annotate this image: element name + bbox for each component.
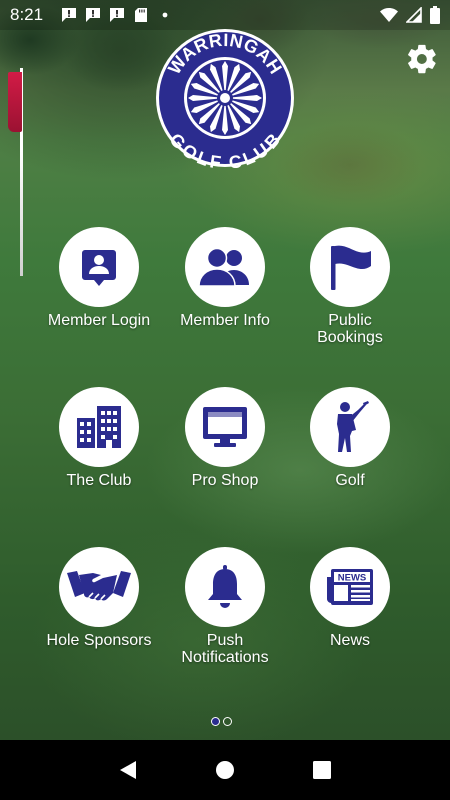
tile-label: Push Notifications: [181, 632, 269, 666]
club-logo: WARRINGAH GOLF CLUB: [156, 29, 294, 168]
message-alert-icon: [62, 8, 77, 22]
tile-circle: [59, 387, 139, 467]
tile-circle: [185, 387, 265, 467]
golfer-icon: [337, 401, 369, 452]
page-dot[interactable]: [223, 717, 232, 726]
tile-circle: [59, 227, 139, 307]
recents-button[interactable]: [302, 750, 342, 790]
home-icon: [215, 761, 234, 779]
notification-icons: [61, 7, 173, 23]
building-icon: [77, 406, 121, 448]
tile-member-info[interactable]: Member Info: [160, 227, 290, 329]
tile-label: Member Login: [47, 312, 151, 329]
status-time: 8:21: [10, 5, 44, 24]
tile-circle: [185, 227, 265, 307]
tile-circle: [310, 387, 390, 467]
page-dot-active[interactable]: [211, 717, 220, 726]
tile-label: Member Info: [180, 312, 270, 329]
tile-label: Public Bookings: [317, 312, 383, 346]
message-alert-icon: [110, 8, 125, 22]
flag-icon: [331, 245, 371, 290]
newspaper-icon: NEWS: [327, 569, 373, 605]
tile-push-notifications[interactable]: Push Notifications: [160, 547, 290, 666]
news-icon-text: NEWS: [338, 573, 367, 584]
tile-label: The Club: [66, 472, 132, 489]
status-bar: 8:21: [0, 0, 450, 30]
tile-news[interactable]: NEWS News: [285, 547, 415, 649]
battery-icon: [430, 6, 440, 24]
tile-pro-shop[interactable]: Pro Shop: [160, 387, 290, 489]
tile-circle: [59, 547, 139, 627]
flag-cloth: [8, 72, 22, 132]
page-indicator: [211, 717, 232, 726]
signal-icon: [406, 7, 422, 23]
bell-icon: [208, 565, 242, 608]
system-status-icons: [380, 6, 440, 24]
tile-circle: [310, 227, 390, 307]
tile-circle: [185, 547, 265, 627]
recents-icon: [312, 761, 331, 779]
navigation-bar: [0, 740, 450, 800]
tile-label: News: [329, 632, 370, 649]
tile-label: Pro Shop: [191, 472, 259, 489]
gear-icon: [408, 44, 436, 74]
dot-icon: [162, 12, 168, 18]
tile-member-login[interactable]: Member Login: [34, 227, 164, 329]
monitor-icon: [203, 407, 247, 447]
tile-golf[interactable]: Golf: [285, 387, 415, 489]
tile-hole-sponsors[interactable]: Hole Sponsors: [34, 547, 164, 649]
handshake-icon: [67, 571, 131, 601]
back-icon: [120, 761, 137, 779]
sd-card-icon: [135, 8, 148, 22]
members-group-icon: [198, 247, 249, 287]
back-button[interactable]: [108, 750, 148, 790]
tile-label: Hole Sponsors: [46, 632, 152, 649]
home-button[interactable]: [205, 750, 245, 790]
wifi-icon: [380, 8, 398, 22]
message-alert-icon: [86, 8, 101, 22]
tile-the-club[interactable]: The Club: [34, 387, 164, 489]
settings-button[interactable]: [404, 41, 440, 77]
tile-label: Golf: [335, 472, 365, 489]
member-login-icon: [82, 250, 116, 286]
tile-circle: NEWS: [310, 547, 390, 627]
tile-public-bookings[interactable]: Public Bookings: [285, 227, 415, 346]
